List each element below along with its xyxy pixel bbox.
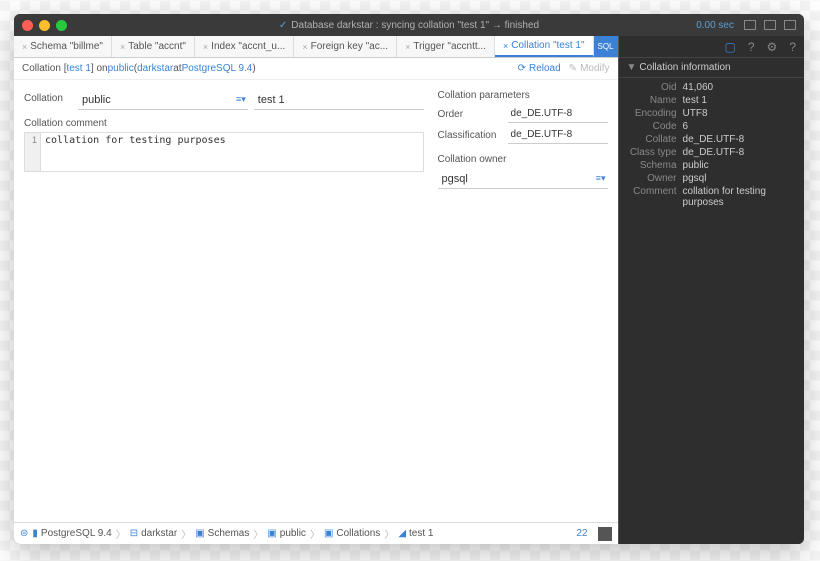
- window-title: ✓Database darkstar : syncing collation "…: [14, 20, 804, 31]
- inspector-tabs: ▢ ? ⚙ ?: [619, 36, 804, 58]
- view-mode-icon[interactable]: [744, 20, 756, 30]
- params-title: Collation parameters: [438, 90, 608, 101]
- close-icon[interactable]: ×: [302, 42, 307, 52]
- close-window-button[interactable]: [22, 20, 33, 31]
- pencil-icon: ✎: [569, 63, 577, 74]
- modify-button[interactable]: ✎Modify: [569, 63, 610, 74]
- breadcrumb-item[interactable]: ◢test 1: [398, 528, 433, 539]
- editor-content: Collation public≡▾ test 1 Collation comm…: [14, 80, 618, 522]
- reload-icon: ⟳: [518, 63, 526, 74]
- folder-icon: ▣: [324, 528, 333, 539]
- schema-icon: ▣: [267, 528, 276, 539]
- titlebar: ✓Database darkstar : syncing collation "…: [14, 14, 804, 36]
- tab-index[interactable]: ×Index "accnt_u...: [195, 36, 294, 57]
- info-row: Ownerpgsql: [627, 173, 796, 184]
- database-icon: ⊟: [130, 528, 138, 539]
- inspector-panel: ▢ ? ⚙ ? ▼Collation information Oid41,060…: [619, 36, 804, 544]
- server-icon: ▮: [32, 528, 38, 539]
- help-icon[interactable]: ?: [789, 40, 796, 54]
- tab-schema[interactable]: ×Schema "billme": [14, 36, 112, 57]
- owner-title: Collation owner: [438, 154, 608, 165]
- traffic-lights: [22, 20, 67, 31]
- breadcrumb-item[interactable]: ▣Collations: [324, 528, 380, 539]
- dropdown-icon: ≡▾: [596, 173, 606, 184]
- breadcrumb-item[interactable]: ▣public: [267, 528, 306, 539]
- close-icon[interactable]: ×: [405, 42, 410, 52]
- order-label: Order: [438, 109, 508, 120]
- info-row: Commentcollation for testing purposes: [627, 186, 796, 208]
- close-icon[interactable]: ×: [22, 42, 27, 52]
- info-row: Collatede_DE.UTF-8: [627, 134, 796, 145]
- editor-tabs: ×Schema "billme" ×Table "accnt" ×Index "…: [14, 36, 618, 58]
- info-row: Oid41,060: [627, 82, 796, 93]
- tab-collation[interactable]: ×Collation "test 1": [495, 36, 594, 57]
- app-body: ×Schema "billme" ×Table "accnt" ×Index "…: [14, 36, 804, 544]
- order-input[interactable]: de_DE.UTF-8: [508, 105, 608, 123]
- minimize-window-button[interactable]: [39, 20, 50, 31]
- breadcrumb-item[interactable]: ▣Schemas: [195, 528, 249, 539]
- home-icon[interactable]: ⊜: [20, 528, 28, 539]
- object-header: Collation [ test 1 ] on public (darkstar…: [14, 58, 618, 80]
- check-icon: ✓: [279, 20, 287, 31]
- comment-label: Collation comment: [24, 118, 424, 129]
- help-icon[interactable]: ?: [748, 40, 755, 54]
- folder-icon: ▣: [195, 528, 204, 539]
- classification-label: Classification: [438, 130, 508, 141]
- classification-input[interactable]: de_DE.UTF-8: [508, 126, 608, 144]
- info-body: Oid41,060 Nametest 1 EncodingUTF8 Code6 …: [619, 78, 804, 214]
- breadcrumb-item[interactable]: ⊟darkstar: [130, 528, 178, 539]
- line-gutter: 1: [25, 133, 41, 171]
- database-link[interactable]: darkstar: [137, 63, 173, 74]
- gear-icon[interactable]: ⚙: [767, 40, 778, 54]
- breadcrumb-item[interactable]: ▮PostgreSQL 9.4: [32, 528, 111, 539]
- schema-select[interactable]: public≡▾: [78, 90, 248, 110]
- collation-label: Collation: [24, 93, 72, 104]
- owner-select[interactable]: pgsql≡▾: [438, 169, 608, 189]
- sql-tab-button[interactable]: SQL: [594, 36, 618, 57]
- close-icon[interactable]: ×: [120, 42, 125, 52]
- titlebar-view-icons: [744, 20, 796, 30]
- dropdown-icon: ≡▾: [236, 94, 246, 105]
- tab-trigger[interactable]: ×Trigger "accntt...: [397, 36, 495, 57]
- info-row: Schemapublic: [627, 160, 796, 171]
- close-icon[interactable]: ×: [503, 41, 508, 51]
- info-row: Nametest 1: [627, 95, 796, 106]
- disclosure-triangle-icon: ▼: [627, 62, 637, 73]
- zoom-window-button[interactable]: [56, 20, 67, 31]
- breadcrumb-count: 22: [576, 528, 587, 539]
- view-mode-icon[interactable]: [764, 20, 776, 30]
- view-mode-icon[interactable]: [784, 20, 796, 30]
- collation-name-input[interactable]: test 1: [254, 90, 424, 110]
- app-window: ✓Database darkstar : syncing collation "…: [14, 14, 804, 544]
- breadcrumb: ⊜ ▮PostgreSQL 9.4〉 ⊟darkstar〉 ▣Schemas〉 …: [14, 522, 618, 544]
- reload-button[interactable]: ⟳Reload: [518, 63, 561, 74]
- info-row: Class typede_DE.UTF-8: [627, 147, 796, 158]
- collation-icon: ◢: [398, 528, 406, 539]
- schema-link[interactable]: public: [108, 63, 134, 74]
- tab-fkey[interactable]: ×Foreign key "ac...: [294, 36, 397, 57]
- info-row: EncodingUTF8: [627, 108, 796, 119]
- collation-name-link[interactable]: test 1: [66, 63, 90, 74]
- sync-duration: 0.00 sec: [696, 20, 734, 31]
- tab-table[interactable]: ×Table "accnt": [112, 36, 195, 57]
- comment-text[interactable]: collation for testing purposes: [41, 133, 423, 171]
- status-indicator: [598, 527, 612, 541]
- close-icon[interactable]: ×: [203, 42, 208, 52]
- server-link[interactable]: PostgreSQL 9.4: [182, 63, 253, 74]
- info-row: Code6: [627, 121, 796, 132]
- comment-editor[interactable]: 1 collation for testing purposes: [24, 132, 424, 172]
- info-tab-icon[interactable]: ▢: [725, 40, 736, 54]
- info-section-header[interactable]: ▼Collation information: [619, 58, 804, 78]
- main-panel: ×Schema "billme" ×Table "accnt" ×Index "…: [14, 36, 619, 544]
